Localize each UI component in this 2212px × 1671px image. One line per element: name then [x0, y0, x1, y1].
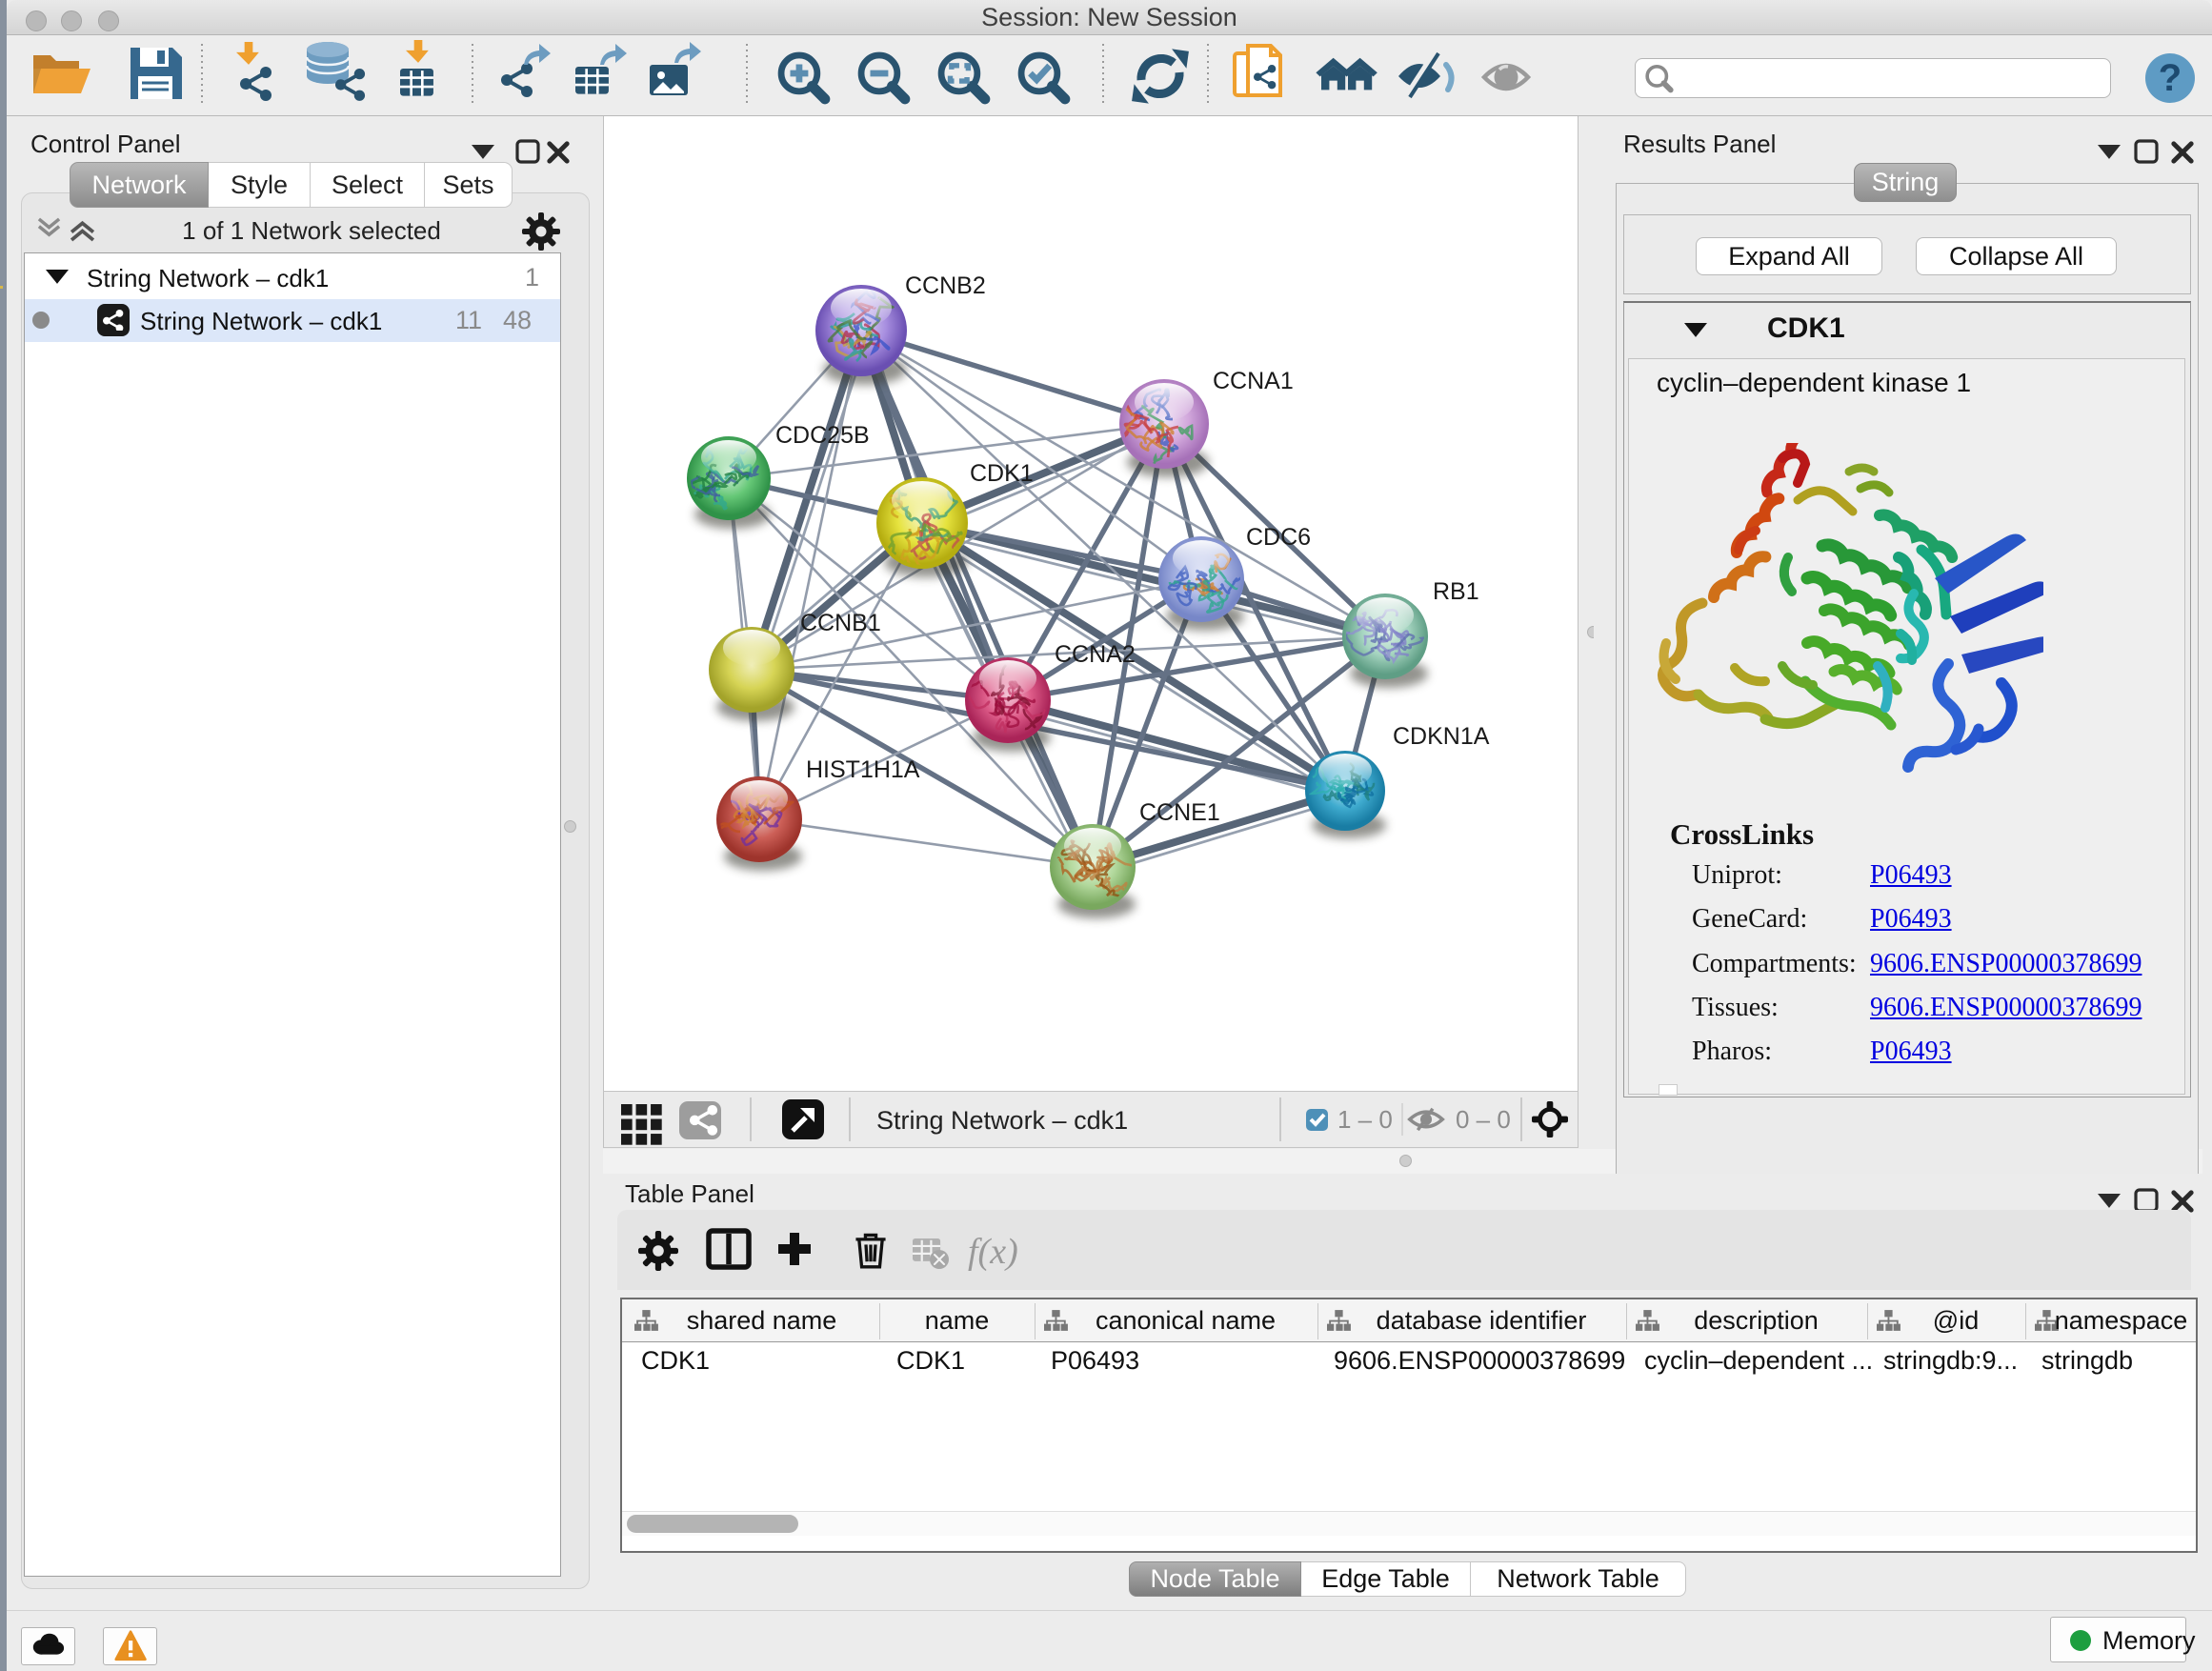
svg-text:CCNE1: CCNE1	[1139, 799, 1220, 826]
svg-text:CCNA2: CCNA2	[1055, 641, 1136, 668]
svg-text:CCNB1: CCNB1	[800, 610, 881, 636]
svg-text:f(x): f(x)	[968, 1232, 1018, 1272]
svg-text:CDKN1A: CDKN1A	[1393, 723, 1490, 750]
svg-text:CCNA1: CCNA1	[1213, 368, 1294, 394]
svg-text:1 – 0: 1 – 0	[1337, 1105, 1393, 1134]
svg-text:?: ?	[2159, 57, 2182, 99]
svg-text:CCNB2: CCNB2	[905, 272, 986, 299]
svg-text:CDK1: CDK1	[970, 460, 1034, 487]
svg-text:HIST1H1A: HIST1H1A	[806, 756, 920, 783]
svg-text:String Network – cdk1: String Network – cdk1	[876, 1106, 1128, 1135]
svg-text:RB1: RB1	[1433, 578, 1479, 605]
svg-text:CDC25B: CDC25B	[775, 422, 870, 449]
svg-text:CDC6: CDC6	[1246, 524, 1311, 551]
svg-text:0 – 0: 0 – 0	[1456, 1105, 1511, 1134]
